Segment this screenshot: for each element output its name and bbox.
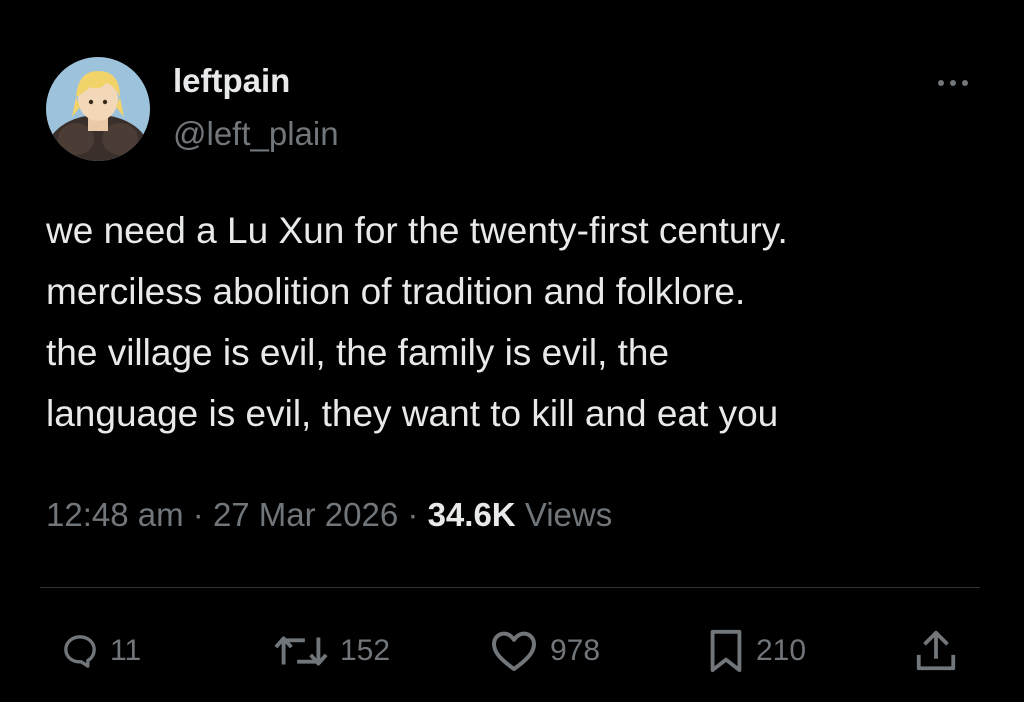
views-count[interactable]: 34.6K	[428, 496, 516, 533]
bookmark-count: 210	[756, 634, 807, 667]
display-name[interactable]: leftpain	[173, 62, 290, 100]
like-button[interactable]: 978	[488, 626, 600, 676]
repost-count: 152	[340, 634, 391, 667]
tweet-time[interactable]: 12:48 am	[46, 496, 184, 533]
share-icon	[916, 630, 956, 671]
tweet-text-line: we need a Lu Xun for the twenty-first ce…	[46, 210, 788, 251]
reply-icon	[64, 635, 96, 668]
more-dot-icon	[962, 80, 968, 86]
repost-icon	[274, 636, 328, 666]
more-dot-icon	[938, 80, 944, 86]
tweet-date[interactable]: 27 Mar 2026	[213, 496, 398, 533]
avatar[interactable]	[46, 57, 150, 161]
anime-avatar-icon	[46, 57, 150, 161]
tweet-text: we need a Lu Xun for the twenty-first ce…	[46, 200, 996, 444]
meta-separator: ·	[407, 496, 419, 533]
reply-count: 11	[110, 634, 142, 667]
tweet-meta: 12:48 am · 27 Mar 2026 · 34.6K Views	[46, 496, 612, 534]
reply-button[interactable]: 11	[60, 626, 141, 676]
tweet-text-line: the village is evil, the family is evil,…	[46, 332, 670, 373]
tweet-text-line: merciless abolition of tradition and fol…	[46, 271, 746, 312]
meta-separator: ·	[192, 496, 204, 533]
more-options-button[interactable]	[928, 66, 978, 100]
tweet-detail: leftpain @left_plain we need a Lu Xun fo…	[0, 0, 1024, 702]
tweet-text-line: language is evil, they want to kill and …	[46, 393, 779, 434]
user-handle[interactable]: @left_plain	[173, 115, 339, 153]
heart-icon	[492, 631, 536, 671]
bookmark-button[interactable]: 210	[706, 626, 806, 676]
repost-button[interactable]: 152	[272, 626, 390, 676]
like-count: 978	[550, 634, 601, 667]
bookmark-icon	[710, 629, 742, 673]
views-label[interactable]: Views	[525, 496, 612, 533]
divider	[40, 587, 980, 588]
share-button[interactable]	[914, 626, 958, 676]
more-dot-icon	[950, 80, 956, 86]
